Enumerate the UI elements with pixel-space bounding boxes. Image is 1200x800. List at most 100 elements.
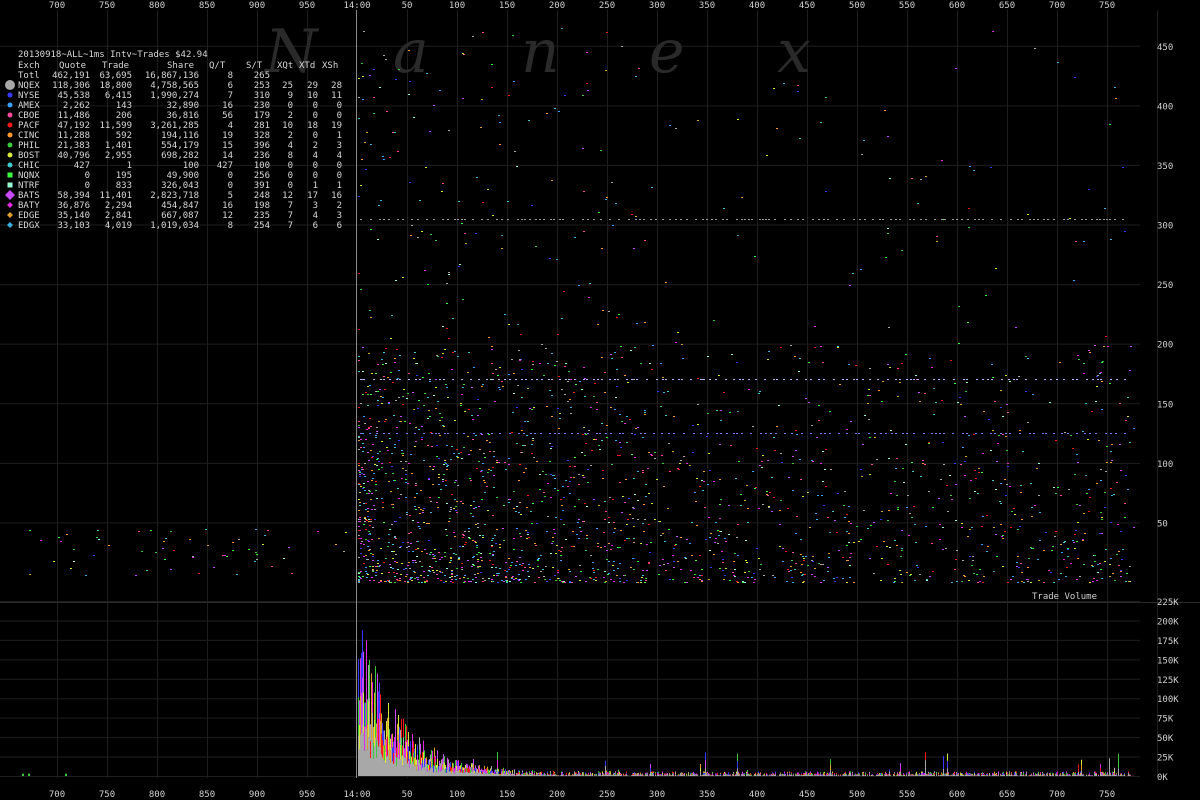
trade-point	[423, 405, 425, 406]
trade-point	[385, 473, 387, 474]
trade-point	[1038, 463, 1040, 464]
trade-point	[708, 579, 710, 580]
trade-point	[369, 549, 371, 550]
trade-point	[475, 435, 477, 436]
trade-point	[477, 573, 479, 574]
trade-point	[549, 258, 551, 259]
trade-point	[531, 523, 533, 524]
trade-point	[441, 417, 443, 418]
trade-point	[773, 437, 775, 438]
trade-point	[790, 345, 792, 346]
trade-point	[935, 402, 937, 403]
trade-point	[358, 97, 360, 98]
trade-point	[731, 354, 733, 355]
trade-point	[388, 481, 390, 482]
trade-point	[409, 568, 411, 569]
trade-point	[1089, 352, 1091, 353]
trade-point	[480, 553, 482, 554]
trade-point	[961, 581, 963, 582]
trade-point	[521, 550, 523, 551]
trade-point	[385, 558, 387, 559]
trade-point	[812, 461, 814, 462]
trade-point	[969, 166, 971, 167]
trade-point	[786, 581, 788, 582]
trade-point	[1111, 444, 1113, 445]
trade-point	[481, 470, 483, 471]
trade-point	[718, 375, 720, 376]
trade-point	[515, 565, 517, 566]
trade-point	[581, 389, 583, 390]
trade-point	[377, 458, 379, 459]
trade-point	[1055, 531, 1057, 532]
trade-point	[597, 569, 599, 570]
trade-point	[715, 522, 717, 523]
trade-point	[867, 403, 869, 404]
trade-point	[629, 419, 631, 420]
trade-point	[416, 577, 418, 578]
trade-point	[941, 160, 943, 161]
trade-point	[646, 570, 648, 571]
trade-point	[604, 392, 606, 393]
trade-point	[773, 497, 775, 498]
trade-point	[381, 498, 383, 499]
trade-point	[896, 458, 898, 459]
trade-point	[472, 564, 474, 565]
trade-point	[409, 423, 411, 424]
trade-point	[929, 576, 931, 577]
trade-point	[665, 415, 667, 416]
trade-point	[479, 449, 481, 450]
trade-point	[630, 350, 632, 351]
trade-point	[603, 532, 605, 533]
trade-point	[363, 524, 365, 525]
trade-point	[397, 151, 399, 152]
trade-point	[417, 548, 419, 549]
trade-point	[723, 208, 725, 209]
trade-point	[792, 456, 794, 457]
trade-point	[577, 522, 579, 523]
trade-point	[942, 442, 944, 443]
trade-point	[990, 167, 992, 168]
trade-point	[367, 452, 369, 453]
trade-point	[1014, 514, 1016, 515]
trade-point	[1054, 536, 1056, 537]
trade-point	[957, 402, 959, 403]
trade-point	[375, 435, 377, 436]
trade-point	[617, 568, 619, 569]
trade-point	[370, 499, 372, 500]
trade-point	[582, 521, 584, 522]
trade-point	[601, 423, 603, 424]
trade-point	[412, 560, 414, 561]
trade-point	[645, 496, 647, 497]
trade-point	[382, 507, 384, 508]
trade-point	[436, 574, 438, 575]
trade-point	[1031, 507, 1033, 508]
trade-point	[570, 379, 572, 380]
trade-point	[694, 492, 696, 493]
trade-point	[437, 578, 439, 579]
trade-point	[358, 510, 360, 511]
trade-point	[433, 105, 435, 106]
trade-point	[642, 437, 644, 438]
trade-point	[539, 363, 541, 364]
trade-point	[901, 530, 903, 531]
trade-point	[645, 578, 647, 579]
trade-point	[587, 469, 589, 470]
trade-point	[619, 581, 621, 582]
trade-point	[452, 318, 454, 319]
trade-point	[605, 581, 607, 582]
trade-point	[853, 542, 855, 543]
trade-point	[410, 578, 412, 579]
trade-point	[979, 569, 981, 570]
trade-point	[416, 375, 418, 376]
trade-point	[457, 356, 459, 357]
trade-point	[426, 580, 428, 581]
trade-point	[419, 200, 421, 201]
trade-point	[650, 542, 652, 543]
trade-point	[901, 250, 903, 251]
trade-point	[675, 128, 677, 129]
trade-point	[450, 560, 452, 561]
trade-point	[384, 389, 386, 390]
trade-point	[613, 522, 615, 523]
trade-point	[449, 511, 451, 512]
trade-point	[931, 367, 933, 368]
